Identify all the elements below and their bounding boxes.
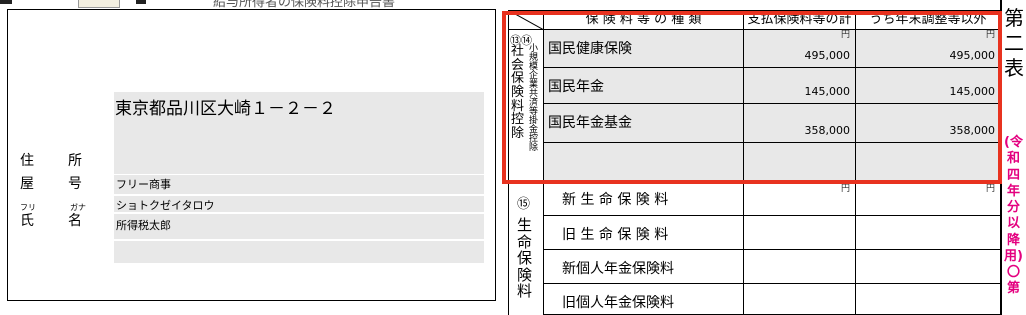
amount-value: 495,000 <box>949 49 996 62</box>
form-note-char: 用) <box>1004 248 1023 264</box>
right-edge-column: 第二表 (令和四年分以降用) 〇第 <box>1000 0 1026 315</box>
other-amount-cell[interactable]: 145,000 <box>856 68 1000 104</box>
name-label-mei: 名 <box>68 213 82 229</box>
section13-title-char: 料 <box>511 98 525 114</box>
life-total-cell[interactable] <box>744 250 856 284</box>
amount-value: 495,000 <box>804 49 851 62</box>
name-label-shi: 氏 <box>20 213 34 229</box>
section13-title-char: 除 <box>511 125 525 141</box>
life-insurance-label: 新 生 命 保 険 料 <box>544 181 744 216</box>
name-field[interactable]: 所得税太郎 <box>116 217 171 233</box>
amount-value: 358,000 <box>949 124 996 137</box>
yago-field[interactable]: フリー商事 <box>116 176 171 192</box>
diagonal-corner <box>508 10 544 30</box>
other-amount-cell[interactable]: 円 495,000 <box>856 30 1000 68</box>
extra-field-bg <box>114 241 484 263</box>
yen-unit: 円 <box>985 184 995 194</box>
life-insurance-section-label: ⑮ 生命保険料 <box>508 181 544 315</box>
insurance-table: 保 険 料 等 の 種 類 支払保険料等の計 うち年末調整等以外 ⑬⑭ 社会保険… <box>508 10 1000 315</box>
insurance-name-cell[interactable]: 国民年金基金 <box>544 104 744 143</box>
form-note-char: 四 <box>1006 167 1020 183</box>
form-note-char: 第 <box>1006 281 1020 297</box>
col-header-type: 保 険 料 等 の 種 類 <box>544 10 744 30</box>
section13-subtitle: 小規模企業共済等掛金控除 <box>529 45 538 153</box>
form-note-char: 和 <box>1006 151 1020 167</box>
amount-value: 145,000 <box>804 85 851 98</box>
address-field[interactable]: 東京都品川区大崎１－２－２ <box>115 94 336 119</box>
total-amount-cell[interactable] <box>744 143 856 181</box>
section13-subtitle-char: 除 <box>529 143 539 153</box>
header-dark-mark <box>0 0 12 4</box>
header-strip: 給与所得者の保険料控除申告書 <box>0 0 500 10</box>
yen-unit: 円 <box>840 184 850 194</box>
life-total-cell[interactable]: 円 <box>744 181 856 216</box>
section13-title-char: 険 <box>511 84 525 100</box>
form-title-char: 第 <box>1004 6 1024 30</box>
other-amount-cell[interactable] <box>856 143 1000 181</box>
life-total-cell[interactable] <box>744 284 856 315</box>
life-other-cell[interactable]: 円 <box>856 181 1000 216</box>
header-box <box>78 0 120 8</box>
life-other-cell[interactable] <box>856 216 1000 250</box>
yen-unit: 円 <box>840 30 850 40</box>
total-amount-cell[interactable]: 145,000 <box>744 68 856 104</box>
yen-unit: 円 <box>985 30 995 40</box>
insurance-name-cell[interactable] <box>544 143 744 181</box>
insurance-name-cell[interactable]: 国民年金 <box>544 68 744 104</box>
life-insurance-label: 新個人年金保険料 <box>544 250 744 284</box>
life-insurance-label: 旧 生 命 保 険 料 <box>544 216 744 250</box>
section13-title-char: 会 <box>511 57 525 73</box>
section15-title-char: 険 <box>517 265 533 284</box>
header-dark-mark-2 <box>136 0 146 4</box>
section13-title-char: 保 <box>511 71 525 87</box>
yago-label-ya: 屋 <box>20 176 34 192</box>
section15-title-char: 命 <box>517 232 533 251</box>
other-amount-cell[interactable]: 358,000 <box>856 104 1000 143</box>
total-amount-cell[interactable]: 358,000 <box>744 104 856 143</box>
address-label-ju: 住 <box>20 153 34 169</box>
amount-value: 145,000 <box>949 85 996 98</box>
section15-number: ⑮ <box>517 197 531 212</box>
form-notes-vertical: (令和四年分以降用) 〇第 <box>1004 135 1023 298</box>
life-other-cell[interactable] <box>856 284 1000 315</box>
employer-info-block: 東京都品川区大崎１－２－２ 住 所 屋 号 フリー商事 フリ ガナ ショトクゼイ… <box>7 9 496 301</box>
section13-title: 社会保険料控除 <box>511 45 524 140</box>
life-insurance-label: 旧個人年金保険料 <box>544 284 744 315</box>
diagonal-line <box>508 10 543 29</box>
social-insurance-section-label: ⑬⑭ 社会保険料控除 小規模企業共済等掛金控除 <box>508 30 544 181</box>
form-note-char: (令 <box>1004 135 1023 150</box>
amount-value: 358,000 <box>804 124 851 137</box>
life-total-cell[interactable] <box>744 216 856 250</box>
right-edge-line <box>1000 0 1002 315</box>
col-header-total: 支払保険料等の計 <box>744 10 856 30</box>
form-note-char: 以 <box>1006 216 1020 232</box>
section15-title-char: 保 <box>517 249 533 267</box>
section15-title: 生命保険料 <box>517 217 532 300</box>
insurance-name-cell[interactable]: 国民健康保険 <box>544 30 744 68</box>
section13-title-char: 社 <box>511 44 525 59</box>
address-label-sho: 所 <box>68 153 82 169</box>
form-note-char: 年 <box>1006 183 1020 199</box>
form-note-char: 〇 <box>1006 265 1020 280</box>
section15-title-char: 生 <box>517 216 533 234</box>
section13-title-char: 控 <box>511 112 525 128</box>
form-title-vertical: 第二表 <box>1004 6 1024 81</box>
furigana-field[interactable]: ショトクゼイタロウ <box>116 197 215 213</box>
total-amount-cell[interactable]: 円 495,000 <box>744 30 856 68</box>
form-title-char: 表 <box>1004 56 1024 80</box>
col-header-other: うち年末調整等以外 <box>856 10 1000 30</box>
form-title-char: 二 <box>1004 31 1024 55</box>
life-other-cell[interactable] <box>856 250 1000 284</box>
section15-title-char: 料 <box>517 282 533 300</box>
form-note-char: 降 <box>1006 232 1020 248</box>
yago-label-go: 号 <box>68 176 82 192</box>
form-note-char: 分 <box>1006 200 1020 215</box>
